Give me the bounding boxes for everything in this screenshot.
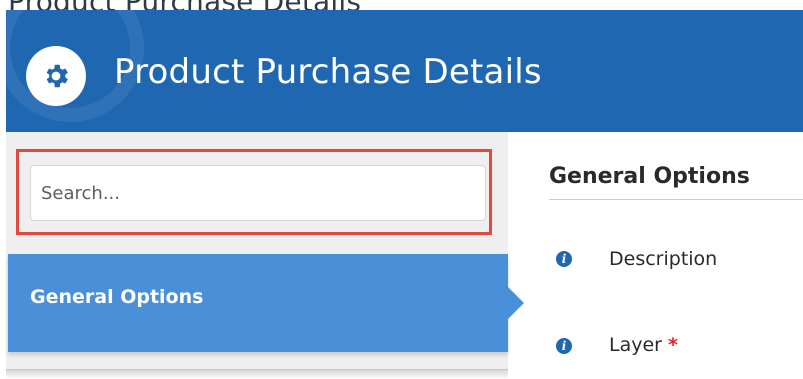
section-divider bbox=[549, 199, 803, 200]
top-cropped-text: Product Purchase Details bbox=[8, 0, 361, 10]
active-item-arrow-icon bbox=[508, 287, 524, 319]
sidebar-item-label: General Options bbox=[30, 286, 204, 308]
sidebar-bottom-shadow bbox=[6, 369, 508, 379]
field-label-text: Description bbox=[609, 248, 718, 270]
app-window: Product Purchase Details Product Purchas… bbox=[0, 0, 803, 379]
section-title: General Options bbox=[549, 164, 750, 189]
info-icon[interactable]: i bbox=[556, 338, 572, 354]
search-input[interactable] bbox=[30, 165, 486, 221]
page-header: Product Purchase Details bbox=[6, 10, 803, 132]
field-label-description: Description bbox=[609, 248, 717, 270]
page-title: Product Purchase Details bbox=[114, 52, 542, 92]
field-label-text: Layer bbox=[609, 334, 662, 356]
required-marker: * bbox=[667, 334, 678, 356]
field-label-layer: Layer * bbox=[609, 334, 678, 356]
gear-icon bbox=[26, 46, 86, 106]
sidebar-item-general-options[interactable]: General Options bbox=[8, 254, 508, 352]
info-icon[interactable]: i bbox=[556, 251, 572, 267]
top-cropped-strip: Product Purchase Details bbox=[0, 0, 803, 10]
